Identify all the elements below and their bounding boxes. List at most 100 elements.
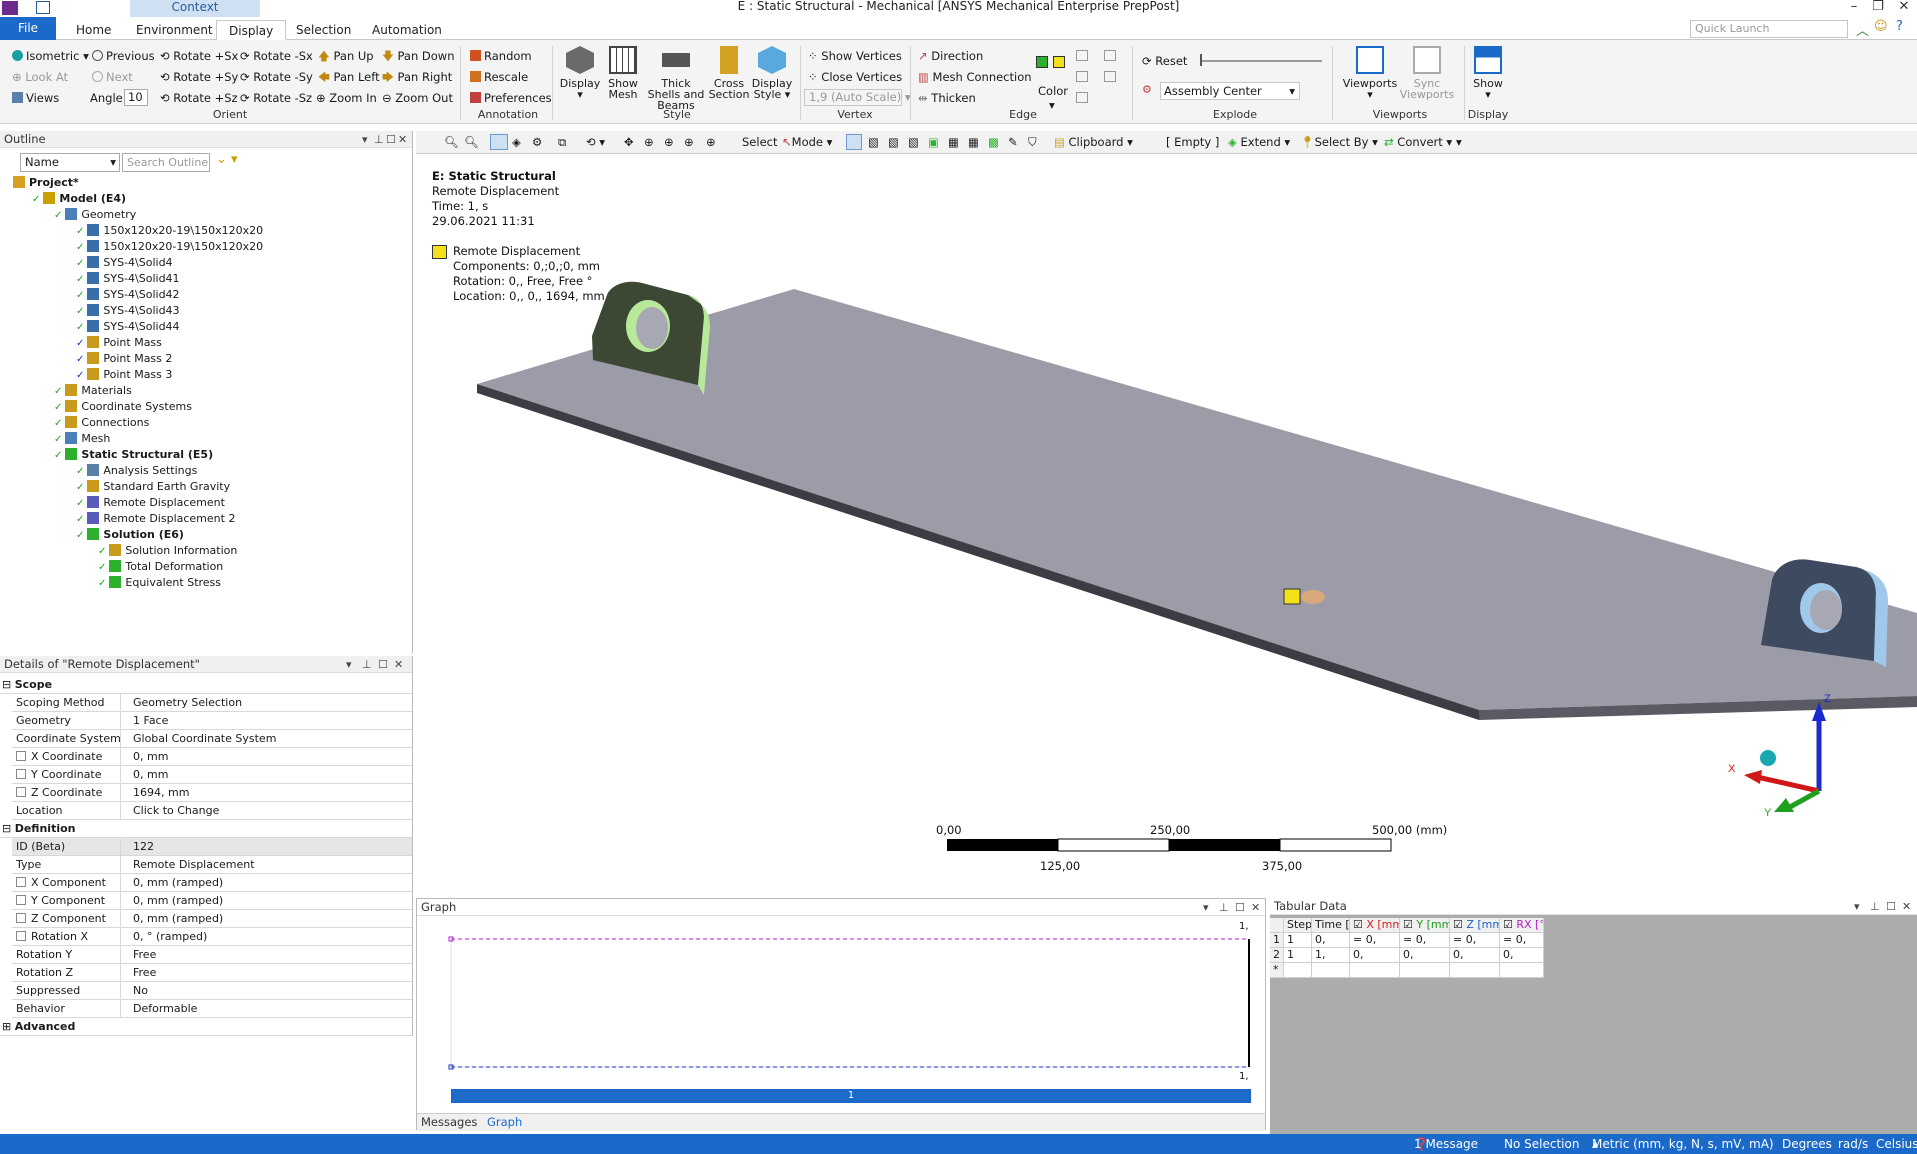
details-row[interactable]: Y Component 0, mm (ramped) (12, 892, 412, 910)
collapse-icon[interactable]: ⊟ (2, 678, 15, 691)
viewports-button[interactable]: Viewports ▾ (1340, 46, 1400, 100)
select-face-icon[interactable]: ▧ (888, 135, 899, 150)
details-value[interactable]: Geometry Selection (120, 694, 412, 711)
details-value[interactable]: 0, mm (120, 748, 412, 765)
details-row[interactable]: Coordinate System Global Coordinate Syste… (12, 730, 412, 748)
restore-icon[interactable]: ❐ (1866, 0, 1890, 15)
maximize-icon[interactable]: ☐ (1886, 898, 1896, 915)
table-cell[interactable]: 1, (1312, 948, 1350, 963)
details-value[interactable]: 122 (120, 838, 412, 855)
close-vertices-button[interactable]: ⁘ Close Vertices (808, 70, 902, 84)
details-row[interactable]: Rotation Y Free (12, 946, 412, 964)
zoom-out-button[interactable]: ⊖ Zoom Out (382, 91, 453, 105)
select-element-icon[interactable]: ▦ (948, 135, 959, 150)
minimize-icon[interactable]: – (1842, 0, 1866, 15)
tree-item[interactable]: ✓ SYS-4\Solid4 (76, 256, 173, 271)
column-checkbox[interactable]: ☑ (1353, 918, 1366, 931)
pin-icon[interactable]: ⊥ (374, 131, 384, 148)
context-tab[interactable]: Context (130, 0, 260, 17)
show-vertices-button[interactable]: ⁘ Show Vertices (808, 49, 902, 63)
edge-option-icon[interactable] (1076, 71, 1088, 82)
temperature-units-status[interactable]: Celsius (1876, 1134, 1917, 1154)
tree-item[interactable]: ✓ 150x120x20-19\150x120x20 (76, 224, 263, 239)
rate-units-status[interactable]: rad/s (1838, 1134, 1868, 1154)
details-value[interactable]: 0, mm (ramped) (120, 874, 412, 891)
table-row-header[interactable]: 2 (1270, 948, 1284, 963)
details-row[interactable]: Behavior Deformable (12, 1000, 412, 1018)
tab-automation[interactable]: Automation (360, 20, 454, 40)
zoom-in-button[interactable]: ⊕ Zoom In (316, 91, 377, 105)
zoom-icon[interactable]: ⊕ (664, 135, 674, 150)
tab-file[interactable]: File (0, 17, 56, 40)
remote-displacement-marker[interactable] (1283, 588, 1301, 605)
pan-up-button[interactable]: 🡅 Pan Up (318, 49, 374, 63)
graphics-viewport[interactable]: Z X Y E: Static Structural Remote Displa… (416, 155, 1917, 894)
details-value[interactable]: Remote Displacement (120, 856, 412, 873)
details-row[interactable]: X Component 0, mm (ramped) (12, 874, 412, 892)
tree-item[interactable]: ✓ Solution Information (98, 544, 237, 559)
details-section[interactable]: ⊟ Scope (0, 676, 412, 694)
tree-item[interactable]: ✓ Equivalent Stress (98, 576, 221, 591)
collapse-icon[interactable]: ⊟ (2, 822, 15, 835)
zoom-icon[interactable]: ⊕ (644, 135, 654, 150)
rotate-pz-button[interactable]: ⟲ Rotate +Sz (160, 91, 238, 105)
details-row[interactable]: Geometry 1 Face (12, 712, 412, 730)
table-cell[interactable] (1400, 963, 1450, 978)
angle-input[interactable]: 10 (124, 89, 148, 106)
feedback-icon[interactable]: ☺ (1874, 19, 1888, 34)
zoom-fit-icon[interactable]: 🔍︎ (444, 135, 459, 150)
table-cell[interactable]: 0, (1450, 948, 1500, 963)
pin-icon[interactable]: ⊥ (1219, 899, 1229, 916)
table-cell[interactable] (1350, 963, 1400, 978)
angle-units-status[interactable]: Degrees (1782, 1134, 1832, 1154)
edge-option-icon[interactable] (1076, 50, 1088, 61)
tab-display[interactable]: Display (216, 20, 287, 40)
details-row[interactable]: Location Click to Change (12, 802, 412, 820)
triad-iso-ball[interactable] (1760, 750, 1776, 766)
parameter-checkbox[interactable] (16, 913, 26, 923)
edge-option-icon[interactable] (1104, 71, 1116, 82)
rotate-px-button[interactable]: ⟲ Rotate +Sx (160, 49, 238, 63)
details-value[interactable]: 0, mm (ramped) (120, 892, 412, 909)
table-header-cell[interactable]: ☑ X [mm] (1350, 918, 1400, 933)
model-view[interactable]: Z X Y (416, 155, 1917, 894)
rotate-icon[interactable]: ⟲ ▾ (586, 135, 605, 150)
tree-item[interactable]: ✓ Static Structural (E5) (54, 448, 213, 463)
tab-selection[interactable]: Selection (284, 20, 363, 40)
table-cell[interactable] (1284, 963, 1312, 978)
table-cell[interactable]: 0, (1400, 948, 1450, 963)
details-value[interactable]: 0, mm (120, 766, 412, 783)
thicken-button[interactable]: ⇹ Thicken (918, 91, 976, 105)
details-row[interactable]: Type Remote Displacement (12, 856, 412, 874)
clipboard-button[interactable]: ▤ Clipboard ▾ (1054, 135, 1133, 150)
maximize-icon[interactable]: ☐ (378, 656, 388, 673)
details-row[interactable]: ID (Beta) 122 (12, 838, 412, 856)
pan-left-button[interactable]: 🡄 Pan Left (318, 70, 380, 84)
zoom-icon[interactable]: ⊕ (684, 135, 694, 150)
details-section[interactable]: ⊟ Definition (0, 820, 412, 838)
pin-icon[interactable]: ⊥ (362, 656, 372, 673)
random-button[interactable]: Random (470, 49, 532, 63)
edge-option-icon[interactable] (1104, 50, 1116, 61)
direction-button[interactable]: ↗ Direction (918, 49, 983, 63)
toolbar-overflow-icon[interactable]: ▾ (1456, 135, 1462, 150)
auto-scale-select[interactable]: 1,9 (Auto Scale) ▾ (804, 89, 911, 106)
tree-item[interactable]: ✓ Point Mass (76, 336, 162, 351)
reset-button[interactable]: ⟳ Reset (1142, 54, 1187, 68)
chevron-up-icon[interactable]: ︿ (1856, 20, 1869, 39)
table-header-cell[interactable]: ☑ Y [mm] (1400, 918, 1450, 933)
display-style-button[interactable]: Display Style ▾ (750, 46, 794, 100)
table-cell[interactable]: = 0, (1400, 933, 1450, 948)
rotate-mx-button[interactable]: ⟳ Rotate -Sx (240, 49, 313, 63)
maximize-icon[interactable]: ☐ (386, 131, 396, 148)
close-icon[interactable]: ✕ (1902, 898, 1911, 915)
tree-item[interactable]: ✓ SYS-4\Solid41 (76, 272, 180, 287)
color-swatch-green[interactable] (1036, 56, 1048, 68)
parameter-checkbox[interactable] (16, 769, 26, 779)
outline-filter-select[interactable]: Name ▾ (20, 153, 120, 172)
close-icon[interactable]: ✕ (1892, 0, 1916, 15)
tree-item[interactable]: ✓ Point Mass 2 (76, 352, 172, 367)
select-edge-icon[interactable]: ▧ (868, 135, 879, 150)
thick-shells-button[interactable]: Thick Shells and Beams (644, 46, 708, 111)
pin-icon[interactable]: ⊥ (1870, 898, 1880, 915)
